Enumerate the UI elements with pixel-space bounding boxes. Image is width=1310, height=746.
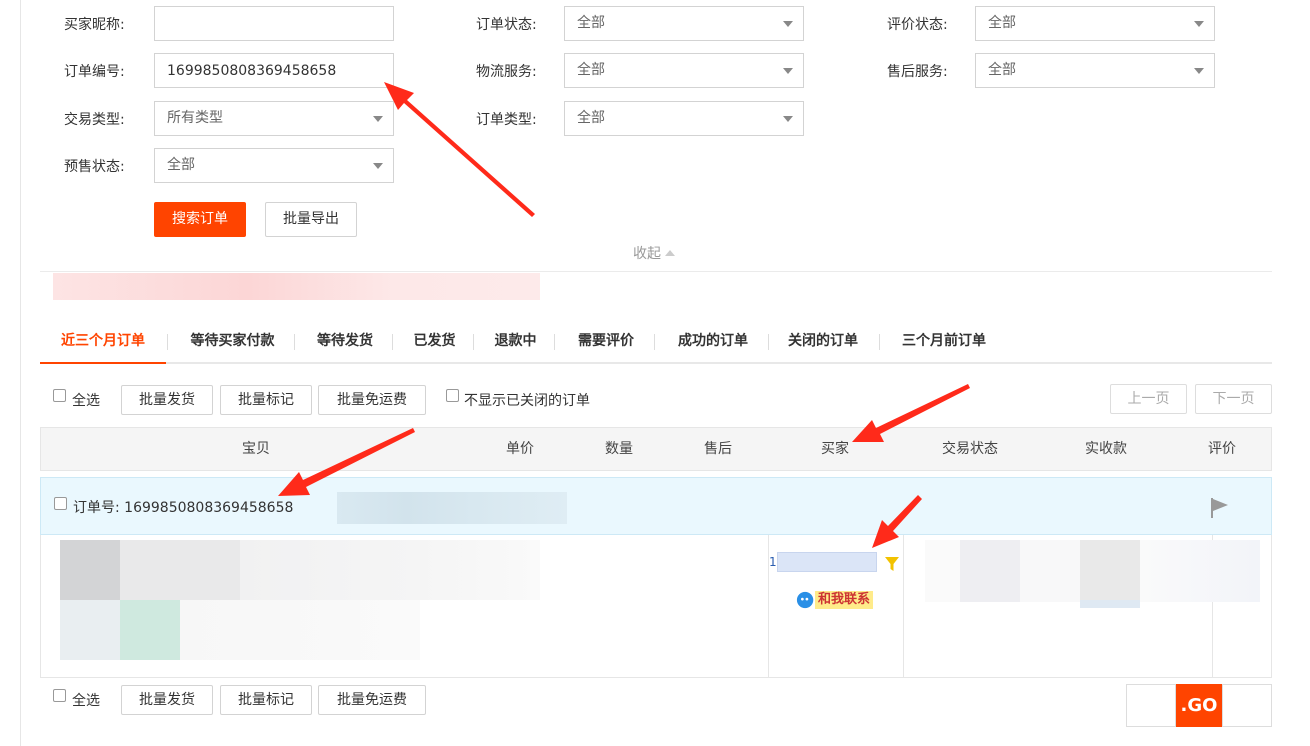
- select-all-label: 全选: [72, 393, 100, 409]
- order-status-label: 订单状态:: [476, 17, 537, 33]
- tab-separator: [294, 334, 295, 350]
- col-paid-amount: 实收款: [1085, 441, 1127, 457]
- order-no-label: 订单编号:: [64, 64, 125, 80]
- order-number: 订单号: 1699850808369458658: [73, 500, 294, 516]
- tab-shipped[interactable]: 已发货: [397, 320, 472, 362]
- redacted-status-link: [1080, 600, 1140, 608]
- tab-separator: [554, 334, 555, 350]
- col-trade-status: 交易状态: [942, 441, 998, 457]
- collapse-label: 收起: [633, 246, 661, 262]
- buyer-name-prefix: 1: [769, 555, 777, 569]
- chevron-down-icon: [373, 116, 383, 122]
- collapse-toggle[interactable]: 收起: [633, 243, 675, 263]
- order-no-input[interactable]: [154, 53, 394, 88]
- presale-value: 全部: [167, 157, 195, 173]
- select-all-checkbox[interactable]: [53, 389, 66, 402]
- review-status-value: 全部: [988, 15, 1016, 31]
- buyer-nick-input[interactable]: [154, 6, 394, 41]
- watermark-logo: .GO: [1176, 684, 1222, 727]
- contact-me-link[interactable]: 和我联系: [815, 591, 874, 609]
- chevron-down-icon: [783, 116, 793, 122]
- redacted-item-details: [60, 600, 420, 660]
- batch-ship-button[interactable]: 批量发货: [121, 385, 213, 415]
- tab-awaiting-payment[interactable]: 等待买家付款: [172, 320, 293, 362]
- hide-closed-label: 不显示已关闭的订单: [464, 393, 590, 409]
- tab-separator: [879, 334, 880, 350]
- select-all-checkbox-bottom[interactable]: [53, 689, 66, 702]
- form-divider: [40, 271, 1272, 272]
- chevron-down-icon: [1194, 68, 1204, 74]
- order-status-value: 全部: [577, 15, 605, 31]
- presale-label: 预售状态:: [64, 159, 125, 175]
- filter-icon[interactable]: [884, 556, 900, 572]
- chat-bubble-icon[interactable]: [795, 590, 817, 610]
- tab-separator: [473, 334, 474, 350]
- left-divider: [20, 0, 21, 746]
- batch-free-shipping-button-bottom[interactable]: 批量免运费: [318, 685, 426, 715]
- logistics-value: 全部: [577, 62, 605, 78]
- chevron-down-icon: [373, 163, 383, 169]
- presale-select[interactable]: 全部: [154, 148, 394, 183]
- order-status-select[interactable]: 全部: [564, 6, 804, 41]
- after-sale-select[interactable]: 全部: [975, 53, 1215, 88]
- prev-page-button[interactable]: 上一页: [1110, 384, 1187, 414]
- trade-type-select[interactable]: 所有类型: [154, 101, 394, 136]
- watermark-box: [1126, 684, 1176, 727]
- chevron-up-icon: [665, 250, 675, 256]
- after-sale-value: 全部: [988, 62, 1016, 78]
- tab-older-than-three-months[interactable]: 三个月前订单: [885, 320, 1003, 362]
- redacted-order-info: [337, 492, 567, 524]
- watermark-box: [1222, 684, 1272, 727]
- tab-need-review[interactable]: 需要评价: [559, 320, 653, 362]
- batch-free-shipping-button[interactable]: 批量免运费: [318, 385, 426, 415]
- tab-refunding[interactable]: 退款中: [478, 320, 553, 362]
- order-checkbox[interactable]: [54, 497, 67, 510]
- trade-type-label: 交易类型:: [64, 112, 125, 128]
- hide-closed-checkbox[interactable]: [446, 389, 459, 402]
- batch-mark-button-bottom[interactable]: 批量标记: [220, 685, 312, 715]
- trade-type-value: 所有类型: [167, 110, 223, 126]
- chevron-down-icon: [783, 21, 793, 27]
- tab-successful[interactable]: 成功的订单: [659, 320, 767, 362]
- logistics-label: 物流服务:: [476, 64, 537, 80]
- col-quantity: 数量: [605, 441, 633, 457]
- redacted-item-image: [60, 540, 540, 600]
- after-sale-label: 售后服务:: [887, 64, 948, 80]
- redacted-notice: [53, 273, 540, 300]
- review-status-select[interactable]: 全部: [975, 6, 1215, 41]
- tab-awaiting-shipment[interactable]: 等待发货: [299, 320, 391, 362]
- review-status-label: 评价状态:: [887, 17, 948, 33]
- search-orders-button[interactable]: 搜索订单: [154, 202, 246, 237]
- batch-mark-button[interactable]: 批量标记: [220, 385, 312, 415]
- batch-ship-button-bottom[interactable]: 批量发货: [121, 685, 213, 715]
- order-tabs: 近三个月订单 等待买家付款 等待发货 已发货 退款中 需要评价 成功的订单 关闭…: [40, 320, 1272, 364]
- next-page-button[interactable]: 下一页: [1195, 384, 1272, 414]
- chevron-down-icon: [1194, 21, 1204, 27]
- redacted-status-cells: [925, 540, 1260, 602]
- buyer-name-redacted: [777, 552, 877, 572]
- col-item: 宝贝: [242, 441, 270, 457]
- col-after-sale: 售后: [704, 441, 732, 457]
- order-type-value: 全部: [577, 110, 605, 126]
- tab-recent-three-months[interactable]: 近三个月订单: [40, 320, 166, 364]
- order-table-header: 宝贝 单价 数量 售后 买家 交易状态 实收款 评价: [40, 427, 1272, 471]
- col-unit-price: 单价: [506, 441, 534, 457]
- tab-closed[interactable]: 关闭的订单: [773, 320, 873, 362]
- tab-separator: [167, 334, 168, 350]
- order-management-page: 买家昵称: 订单状态: 全部 评价状态: 全部 订单编号: 物流服务: 全部 售…: [0, 0, 1310, 746]
- tab-separator: [654, 334, 655, 350]
- col-buyer: 买家: [821, 441, 849, 457]
- cell-divider: [903, 535, 904, 678]
- batch-export-button[interactable]: 批量导出: [265, 202, 357, 237]
- tab-separator: [768, 334, 769, 350]
- tab-separator: [392, 334, 393, 350]
- order-type-label: 订单类型:: [476, 112, 537, 128]
- logistics-select[interactable]: 全部: [564, 53, 804, 88]
- order-type-select[interactable]: 全部: [564, 101, 804, 136]
- chevron-down-icon: [783, 68, 793, 74]
- flag-icon[interactable]: [1210, 497, 1230, 519]
- buyer-nick-label: 买家昵称:: [64, 17, 125, 33]
- select-all-label-bottom: 全选: [72, 693, 100, 709]
- col-review: 评价: [1208, 441, 1236, 457]
